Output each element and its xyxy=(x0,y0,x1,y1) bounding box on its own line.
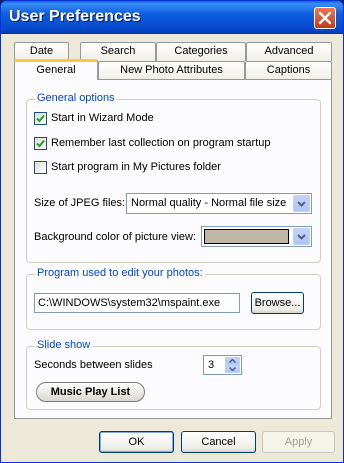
tab-new-photo-attributes[interactable]: New Photo Attributes xyxy=(98,61,245,80)
editor-title: Program used to edit your photos: xyxy=(35,267,205,279)
checkbox-label: Remember last collection on program star… xyxy=(51,137,271,149)
checkmark-icon xyxy=(36,139,45,148)
jpeg-size-dropdown[interactable]: Normal quality - Normal file size xyxy=(126,193,312,214)
general-options-group: General options Start in Wizard Mode Rem… xyxy=(26,92,321,263)
spin-down-button[interactable] xyxy=(225,365,240,373)
general-options-title: General options xyxy=(35,92,117,104)
seconds-stepper[interactable]: 3 xyxy=(203,355,242,375)
spin-up-button[interactable] xyxy=(225,357,240,365)
jpeg-size-label: Size of JPEG files: xyxy=(34,197,126,209)
seconds-value: 3 xyxy=(208,359,215,371)
title-bar[interactable]: User Preferences xyxy=(1,1,343,34)
tab-label: Date xyxy=(29,45,54,57)
general-tab-panel: General options Start in Wizard Mode Rem… xyxy=(14,79,332,419)
editor-path-input[interactable] xyxy=(35,294,239,312)
chevron-up-icon xyxy=(229,359,236,363)
ok-label: OK xyxy=(128,436,145,448)
tab-label: Advanced xyxy=(264,45,314,57)
seconds-label: Seconds between slides xyxy=(34,359,153,371)
color-swatch xyxy=(204,229,289,244)
bg-color-label: Background color of picture view: xyxy=(34,231,197,243)
chevron-down-icon xyxy=(297,201,306,207)
slideshow-group: Slide show Seconds between slides 3 Musi… xyxy=(26,339,321,410)
checkbox-box[interactable] xyxy=(34,112,47,125)
chevron-down-icon xyxy=(297,234,306,240)
tab-advanced[interactable]: Advanced xyxy=(246,42,332,61)
close-icon xyxy=(318,11,332,25)
cancel-label: Cancel xyxy=(201,436,236,448)
slideshow-title: Slide show xyxy=(35,339,93,351)
chevron-down-icon xyxy=(229,367,236,371)
tab-general[interactable]: General xyxy=(14,59,98,80)
tab-label: Search xyxy=(100,45,136,57)
jpeg-size-value: Normal quality - Normal file size xyxy=(131,197,287,209)
checkmark-icon xyxy=(36,114,45,123)
ok-button[interactable]: OK xyxy=(99,431,174,453)
checkbox-box[interactable] xyxy=(34,137,47,150)
dropdown-button[interactable] xyxy=(293,228,310,245)
tab-label: Categories xyxy=(174,45,228,57)
bg-color-dropdown[interactable] xyxy=(201,226,312,247)
cancel-button[interactable]: Cancel xyxy=(181,431,256,453)
browse-button[interactable]: Browse... xyxy=(251,292,304,314)
editor-path-field[interactable] xyxy=(34,293,240,313)
tab-label: General xyxy=(36,64,76,76)
music-play-list-label: Music Play List xyxy=(50,386,131,398)
checkbox-box[interactable] xyxy=(34,161,47,174)
close-button[interactable] xyxy=(314,7,336,29)
window-title: User Preferences xyxy=(9,8,141,25)
checkbox-label: Start in Wizard Mode xyxy=(51,112,154,124)
editor-group: Program used to edit your photos: Browse… xyxy=(26,267,321,330)
music-play-list-button[interactable]: Music Play List xyxy=(36,382,145,402)
dropdown-button[interactable] xyxy=(293,195,310,212)
tab-label: New Photo Attributes xyxy=(120,64,223,76)
preferences-dialog: User Preferences Date Search Categories … xyxy=(0,0,344,463)
browse-label: Browse... xyxy=(254,297,301,309)
checkbox-label: Start program in My Pictures folder xyxy=(51,161,221,173)
tab-captions[interactable]: Captions xyxy=(245,61,332,80)
tab-categories[interactable]: Categories xyxy=(156,42,246,61)
apply-label: Apply xyxy=(284,436,313,448)
apply-button[interactable]: Apply xyxy=(262,431,335,453)
tab-label: Captions xyxy=(266,64,311,76)
